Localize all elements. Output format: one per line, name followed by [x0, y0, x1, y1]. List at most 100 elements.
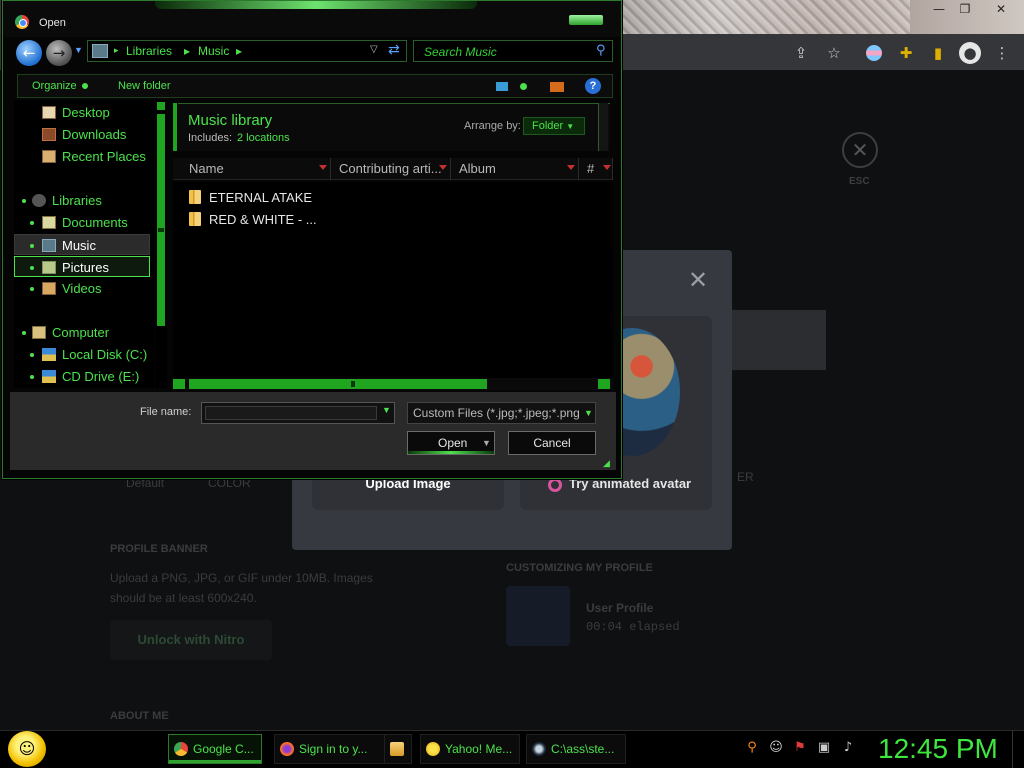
network-icon[interactable]: ▣	[816, 740, 832, 756]
scroll-up-icon[interactable]	[157, 102, 165, 110]
recent-pages-dropdown-icon[interactable]: ▼	[74, 45, 83, 55]
expand-dot-icon[interactable]	[30, 375, 34, 379]
esc-close-icon[interactable]: ✕	[842, 132, 878, 168]
nav-item-desktop[interactable]: Desktop	[14, 102, 150, 123]
search-input[interactable]: Search Music ⚲	[413, 40, 613, 62]
expand-dot-icon[interactable]	[30, 353, 34, 357]
arrange-by-dropdown[interactable]: Folder ▼	[523, 117, 585, 135]
file-type-select[interactable]: Custom Files (*.jpg;*.jpeg;*.png ▼	[407, 402, 596, 424]
nav-item-recent-places[interactable]: Recent Places	[14, 146, 150, 167]
horizontal-scroll-thumb[interactable]	[189, 379, 487, 389]
preview-pane-icon[interactable]	[550, 82, 564, 92]
nav-scroll-thumb[interactable]	[157, 114, 165, 326]
show-desktop-button[interactable]	[1012, 731, 1024, 768]
address-bar[interactable]: ▸ Libraries ▸ Music ▸ ▽ ⇄	[87, 40, 407, 62]
nav-scrollbar[interactable]	[155, 100, 167, 388]
taskbar-item-yahoo-messenger[interactable]: Yahoo! Me...	[420, 734, 520, 764]
desktop-screen: — ❐ ✕ ⇪ ☆ ✚ ▮ ● ⋮ ✕ ESC ✕ Upload Image T…	[0, 0, 1024, 768]
bookmark-star-icon[interactable]: ☆	[823, 42, 845, 64]
share-icon[interactable]: ⇪	[790, 42, 812, 64]
nav-label: Recent Places	[62, 149, 146, 164]
action-center-flag-icon[interactable]: ⚑	[792, 740, 808, 756]
taskbar-clock[interactable]: 12:45 PM	[878, 731, 998, 767]
extensions-puzzle-icon[interactable]: ✚	[895, 42, 917, 64]
column-dropdown-icon[interactable]	[439, 165, 447, 170]
chevron-down-icon[interactable]: ▼	[382, 405, 391, 415]
expand-dot-icon[interactable]	[30, 244, 34, 248]
scroll-left-icon[interactable]	[173, 379, 185, 389]
breadcrumb-separator-icon[interactable]: ▸	[236, 44, 242, 58]
help-icon[interactable]: ?	[585, 78, 601, 94]
unlock-with-nitro-button[interactable]: Unlock with Nitro	[110, 620, 272, 660]
cancel-button[interactable]: Cancel	[508, 431, 596, 455]
view-options-dot-icon[interactable]	[520, 83, 527, 90]
open-button[interactable]: Open ▼	[407, 431, 495, 455]
start-button[interactable]: ☺	[8, 731, 46, 767]
elapsed-time: 00:04 elapsed	[586, 620, 680, 634]
file-name-value[interactable]	[205, 406, 377, 420]
nav-item-pictures[interactable]: Pictures	[14, 256, 150, 277]
minimize-icon[interactable]: —	[928, 2, 950, 16]
nav-item-videos[interactable]: Videos	[14, 278, 150, 299]
profile-banner-description: Upload a PNG, JPG, or GIF under 10MB. Im…	[110, 571, 373, 605]
taskbar-item-firefox[interactable]: Sign in to y...	[274, 734, 394, 764]
column-dropdown-icon[interactable]	[319, 165, 327, 170]
expand-dot-icon[interactable]	[22, 199, 26, 203]
taskbar-item-steam[interactable]: C:\ass\ste...	[526, 734, 626, 764]
column-dropdown-icon[interactable]	[567, 165, 575, 170]
expand-dot-icon[interactable]	[30, 221, 34, 225]
column-name[interactable]: Name	[173, 158, 331, 180]
taskbar-item-chrome[interactable]: Google C...	[168, 734, 262, 764]
nav-item-computer[interactable]: Computer	[14, 322, 150, 343]
list-item[interactable]: RED & WHITE - ...	[189, 210, 317, 230]
maximize-icon[interactable]: ❐	[954, 2, 976, 16]
column-contributing-artists[interactable]: Contributing arti...	[331, 158, 451, 180]
list-item[interactable]: ETERNAL ATAKE	[189, 188, 312, 208]
browser-menu-icon[interactable]: ⋮	[991, 42, 1013, 64]
resize-grip-icon[interactable]: ◢	[603, 458, 610, 469]
column-track-number[interactable]: #	[579, 158, 613, 180]
search-icon[interactable]: ⚲	[596, 43, 606, 58]
expand-dot-icon[interactable]	[22, 331, 26, 335]
libraries-icon	[32, 194, 46, 207]
breadcrumb-libraries[interactable]: Libraries	[126, 44, 172, 58]
dialog-close-button[interactable]	[569, 15, 603, 25]
profile-icon[interactable]: ●	[959, 42, 981, 64]
includes-locations-link[interactable]: 2 locations	[237, 132, 290, 144]
column-dropdown-icon[interactable]	[603, 165, 611, 170]
nav-item-cd-drive[interactable]: CD Drive (E:)	[14, 366, 150, 387]
back-arrow-icon[interactable]: ←	[16, 40, 42, 66]
file-name-input[interactable]: ▼	[201, 402, 395, 424]
refresh-icon[interactable]: ⇄	[388, 42, 400, 58]
close-icon[interactable]: ✕	[990, 2, 1012, 16]
column-album[interactable]: Album	[451, 158, 579, 180]
breadcrumb-separator-icon[interactable]: ▸	[114, 45, 119, 56]
organize-button[interactable]: Organize	[32, 80, 88, 92]
side-panel-icon[interactable]: ▮	[927, 42, 949, 64]
nav-item-documents[interactable]: Documents	[14, 212, 150, 233]
library-header-scroll	[598, 103, 608, 151]
nav-item-libraries[interactable]: Libraries	[14, 190, 150, 211]
documents-icon	[42, 216, 56, 229]
library-title: Music library	[188, 112, 273, 129]
breadcrumb-separator-icon[interactable]: ▸	[184, 44, 190, 58]
messenger-tray-icon[interactable]: ☺	[768, 740, 784, 756]
forward-arrow-icon[interactable]: →	[46, 40, 72, 66]
change-view-icon[interactable]	[496, 82, 508, 91]
nav-item-local-disk[interactable]: Local Disk (C:)	[14, 344, 150, 365]
chevron-down-icon[interactable]: ▽	[370, 44, 378, 55]
expand-dot-icon[interactable]	[30, 266, 34, 270]
modal-close-icon[interactable]: ✕	[688, 268, 708, 292]
expand-dot-icon[interactable]	[30, 287, 34, 291]
nav-item-music[interactable]: Music	[14, 234, 150, 255]
breadcrumb-music[interactable]: Music	[198, 44, 229, 58]
chrome-icon	[174, 742, 188, 756]
volume-icon[interactable]: ♪	[840, 740, 856, 756]
horizontal-scrollbar[interactable]	[173, 378, 613, 390]
search-tray-icon[interactable]: ⚲	[744, 740, 760, 756]
new-folder-button[interactable]: New folder	[118, 80, 171, 92]
nav-item-downloads[interactable]: Downloads	[14, 124, 150, 145]
extension-flag-icon[interactable]	[863, 42, 885, 64]
scroll-right-icon[interactable]	[598, 379, 610, 389]
taskbar-item-explorer[interactable]	[384, 734, 412, 764]
